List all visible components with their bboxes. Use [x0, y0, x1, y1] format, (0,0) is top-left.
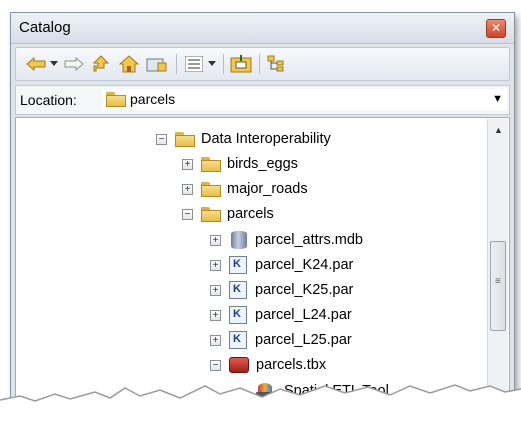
forward-arrow-icon[interactable]: [64, 54, 84, 74]
expand-toggle[interactable]: +: [182, 158, 193, 170]
toolbar-separator: [223, 54, 224, 74]
home-icon[interactable]: [119, 54, 139, 74]
back-arrow-icon[interactable]: [26, 54, 46, 74]
catalog-tree: − Data Interoperability + birds_eggs + m…: [15, 117, 510, 413]
expand-toggle[interactable]: +: [210, 284, 221, 296]
interop-dataset-icon: K: [229, 256, 247, 274]
tree-node-label: parcel_L25.par: [255, 332, 352, 348]
up-level-icon[interactable]: [91, 54, 111, 74]
toolbar-separator: [176, 54, 177, 74]
connect-folder-icon[interactable]: [146, 54, 168, 74]
location-combobox[interactable]: parcels ▼: [102, 89, 507, 110]
tree-node-label: parcel_K24.par: [255, 257, 354, 273]
tree-node-parcel-l24[interactable]: + K parcel_L24.par: [210, 304, 352, 326]
toggle-contents-icon[interactable]: [266, 54, 288, 74]
back-history-dropdown[interactable]: [49, 54, 59, 74]
tree-node-label: Data Interoperability: [201, 131, 331, 147]
catalog-window: Catalog ✕ Location: parcels ▼ − Data Int…: [10, 12, 515, 414]
database-icon: [231, 231, 247, 249]
expand-toggle[interactable]: +: [210, 234, 221, 246]
tree-node-spatial-etl-tool[interactable]: Spatial ETL Tool: [256, 380, 389, 402]
tree-node-data-interoperability[interactable]: − Data Interoperability: [156, 128, 331, 150]
tree-node-parcel-k24[interactable]: + K parcel_K24.par: [210, 254, 353, 276]
toolbox-icon: [229, 357, 249, 373]
view-dropdown[interactable]: [207, 54, 217, 74]
folder-icon: [201, 156, 221, 172]
collapse-toggle[interactable]: −: [182, 208, 193, 220]
tree-node-parcels-tbx[interactable]: − parcels.tbx: [210, 354, 326, 376]
vertical-scrollbar[interactable]: ▲ ≡: [487, 119, 508, 413]
catalog-toolbar: [15, 47, 510, 81]
toolbar-separator: [259, 54, 260, 74]
expand-toggle[interactable]: +: [182, 183, 193, 195]
location-value: parcels: [130, 91, 176, 107]
scroll-up-icon[interactable]: ▲: [494, 125, 503, 135]
location-bar: Location: parcels ▼: [15, 85, 510, 115]
collapse-toggle[interactable]: −: [210, 359, 221, 371]
tree-node-label: parcel_K25.par: [255, 282, 354, 298]
view-details-icon[interactable]: [184, 54, 204, 74]
tree-node-label: parcels: [227, 206, 274, 222]
location-label: Location:: [20, 92, 77, 108]
interop-dataset-icon: K: [229, 306, 247, 324]
tree-node-parcel-l25[interactable]: + K parcel_L25.par: [210, 329, 352, 351]
window-title: Catalog: [19, 19, 71, 36]
tree-node-label: Spatial ETL Tool: [284, 383, 389, 399]
tree-node-birds-eggs[interactable]: + birds_eggs: [182, 153, 298, 175]
title-bar: Catalog ✕: [11, 13, 514, 44]
tree-node-parcel-attrs-mdb[interactable]: + parcel_attrs.mdb: [210, 229, 363, 251]
collapse-toggle[interactable]: −: [156, 133, 167, 145]
close-button[interactable]: ✕: [486, 19, 506, 38]
scrollbar-thumb[interactable]: ≡: [490, 241, 506, 331]
grip-icon: ≡: [495, 276, 501, 287]
tree-node-label: parcels.tbx: [256, 357, 327, 373]
tree-node-major-roads[interactable]: + major_roads: [182, 178, 308, 200]
chevron-down-icon[interactable]: ▼: [492, 93, 503, 105]
interop-dataset-icon: K: [229, 331, 247, 349]
interop-dataset-icon: K: [229, 281, 247, 299]
tree-node-label: parcel_attrs.mdb: [255, 232, 363, 248]
tree-node-parcel-k25[interactable]: + K parcel_K25.par: [210, 279, 353, 301]
open-folder-icon: [201, 206, 221, 222]
new-item-icon[interactable]: [230, 54, 252, 74]
tree-node-label: parcel_L24.par: [255, 307, 352, 323]
expand-toggle[interactable]: +: [210, 259, 221, 271]
tree-node-label: birds_eggs: [227, 156, 298, 172]
folder-icon: [201, 181, 221, 197]
tree-node-label: major_roads: [227, 181, 308, 197]
spatial-etl-tool-icon: [256, 382, 276, 400]
folder-icon: [175, 131, 195, 147]
tree-node-parcels[interactable]: − parcels: [182, 203, 274, 225]
expand-toggle[interactable]: +: [210, 334, 221, 346]
expand-toggle[interactable]: +: [210, 309, 221, 321]
